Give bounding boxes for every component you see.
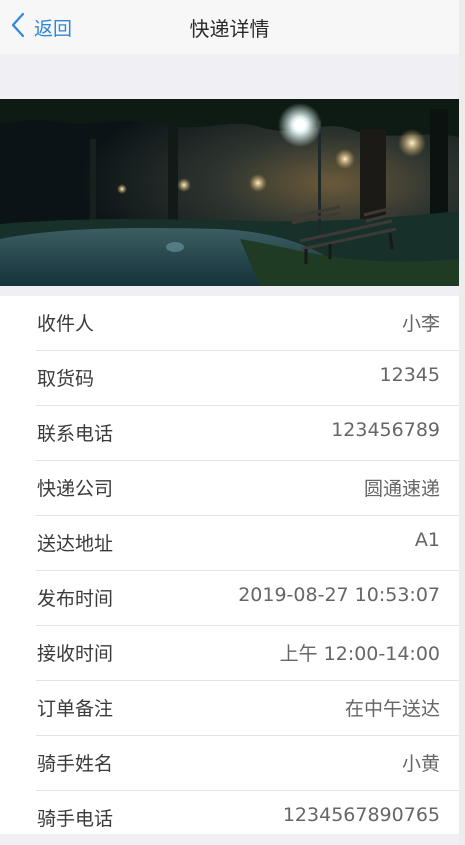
row-value: 在中午送达 — [344, 698, 440, 720]
row-value: 2019-08-27 10:53:07 — [238, 584, 440, 606]
row-value: 123456789 — [331, 419, 440, 441]
detail-row-address: 送达地址 A1 — [36, 516, 459, 571]
detail-row-order-note: 订单备注 在中午送达 — [36, 681, 459, 736]
row-label: 送达地址 — [37, 533, 114, 555]
detail-row-courier-company: 快递公司 圆通速递 — [36, 461, 459, 516]
row-label: 快递公司 — [37, 478, 114, 500]
row-value: 1234567890765 — [282, 804, 440, 826]
detail-row-publish-time: 发布时间 2019-08-27 10:53:07 — [36, 571, 459, 626]
row-value: 小黄 — [401, 753, 440, 775]
hero-image — [0, 99, 459, 286]
navigation-bar: 返回 快递详情 — [0, 0, 459, 54]
detail-row-recipient: 收件人 小李 — [36, 296, 459, 351]
scrollbar-track — [459, 0, 465, 845]
row-label: 联系电话 — [37, 423, 114, 445]
detail-row-receive-time: 接收时间 上午 12:00-14:00 — [36, 626, 459, 681]
row-value: 上午 12:00-14:00 — [279, 643, 440, 665]
row-value: 小李 — [401, 313, 440, 335]
row-label: 取货码 — [37, 368, 95, 390]
row-value: 圆通速递 — [363, 478, 440, 500]
row-label: 订单备注 — [37, 698, 114, 720]
detail-row-phone: 联系电话 123456789 — [36, 406, 459, 461]
row-value: A1 — [414, 529, 440, 551]
row-label: 收件人 — [37, 313, 95, 335]
detail-row-pickup-code: 取货码 12345 — [36, 351, 459, 406]
detail-row-rider-phone: 骑手电话 1234567890765 — [36, 791, 459, 834]
night-park-bench-photo — [0, 99, 459, 286]
row-value: 12345 — [379, 364, 440, 386]
row-label: 骑手姓名 — [37, 753, 114, 775]
row-label: 发布时间 — [37, 588, 114, 610]
detail-row-rider-name: 骑手姓名 小黄 — [36, 736, 459, 791]
row-label: 骑手电话 — [37, 808, 114, 830]
row-label: 接收时间 — [37, 643, 114, 665]
page-title: 快递详情 — [189, 17, 270, 41]
detail-list: 收件人 小李 取货码 12345 联系电话 123456789 快递公司 圆通速… — [0, 296, 459, 834]
